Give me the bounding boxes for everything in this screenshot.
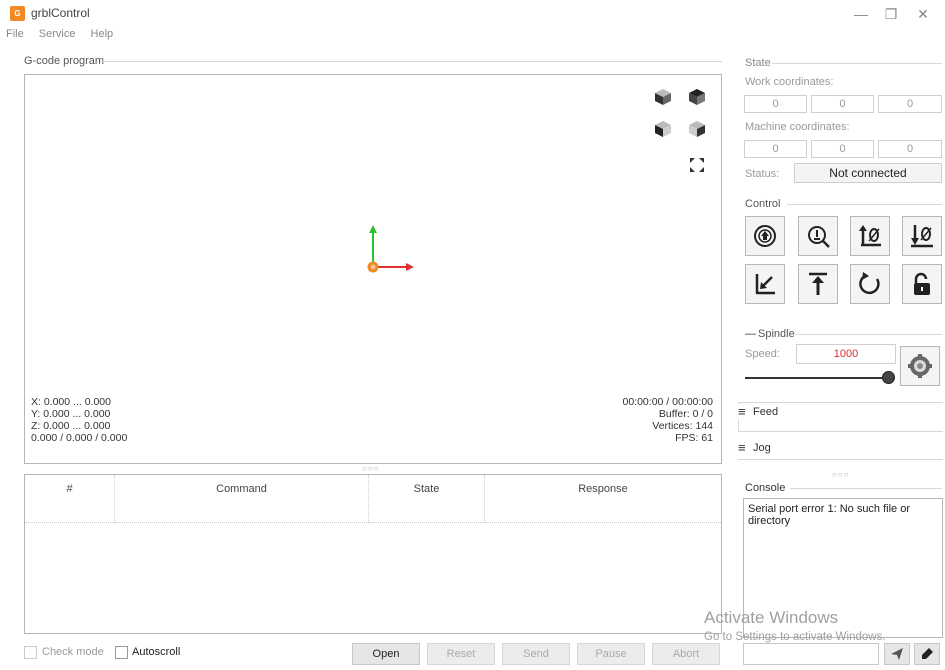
gcode-group-title: G-code program bbox=[24, 55, 105, 67]
send-button[interactable]: Send bbox=[502, 643, 570, 665]
fit-view-icon[interactable] bbox=[685, 153, 709, 177]
maximize-button[interactable]: ❐ bbox=[876, 4, 906, 24]
coord-x: X: 0.000 ... 0.000 bbox=[31, 396, 111, 408]
spindle-icon bbox=[908, 354, 932, 378]
zero-xy-icon bbox=[859, 225, 881, 247]
reset-button[interactable]: Reset bbox=[427, 643, 495, 665]
minimize-button[interactable]: — bbox=[846, 4, 876, 24]
control-group-title: Control bbox=[745, 198, 781, 210]
zero-z-button[interactable] bbox=[902, 216, 942, 256]
clear-icon bbox=[922, 648, 933, 659]
buffer-status: Buffer: 0 / 0 bbox=[658, 408, 713, 420]
window-title: grblControl bbox=[31, 6, 90, 20]
coord-current: 0.000 / 0.000 / 0.000 bbox=[31, 432, 128, 444]
vertices-count: Vertices: 144 bbox=[652, 420, 713, 432]
console-message: Serial port error 1: No such file or dir… bbox=[748, 503, 911, 527]
close-button[interactable]: ✕ bbox=[908, 4, 938, 24]
top-view-icon[interactable] bbox=[685, 85, 709, 109]
console-command-input[interactable] bbox=[743, 643, 879, 665]
spindle-title[interactable]: Spindle bbox=[758, 328, 795, 340]
group-divider bbox=[100, 61, 722, 62]
zero-z-icon bbox=[911, 225, 933, 248]
title-bar: G grblControl — ❐ ✕ bbox=[0, 0, 945, 28]
state-group-title: State bbox=[745, 57, 771, 69]
spindle-toggle-button[interactable] bbox=[900, 346, 940, 386]
home-icon bbox=[754, 225, 776, 247]
work-y-field: 0 bbox=[811, 95, 874, 113]
machine-x-field: 0 bbox=[744, 140, 807, 158]
check-mode-label: Check mode bbox=[42, 646, 104, 658]
command-table[interactable]: # Command State Response bbox=[24, 474, 722, 634]
coord-y: Y: 0.000 ... 0.000 bbox=[31, 408, 111, 420]
speed-label: Speed: bbox=[745, 348, 780, 360]
unlock-button[interactable] bbox=[902, 264, 942, 304]
console-send-button[interactable] bbox=[884, 643, 910, 665]
column-header-number[interactable]: # bbox=[25, 475, 115, 523]
machine-coordinates-label: Machine coordinates: bbox=[745, 121, 850, 133]
elapsed-time: 00:00:00 / 00:00:00 bbox=[622, 396, 714, 408]
fps-counter: FPS: 61 bbox=[675, 432, 713, 444]
reset-machine-button[interactable] bbox=[850, 264, 890, 304]
safe-position-icon bbox=[809, 272, 827, 295]
column-header-state[interactable]: State bbox=[369, 475, 485, 523]
group-divider bbox=[772, 63, 942, 64]
menu-help[interactable]: Help bbox=[91, 28, 114, 40]
console-group-title: Console bbox=[745, 482, 786, 494]
axis-indicator-icon bbox=[367, 225, 414, 273]
gcode-viewer[interactable]: X: 0.000 ... 0.000 Y: 0.000 ... 0.000 Z:… bbox=[24, 74, 722, 464]
slider-knob[interactable] bbox=[882, 371, 895, 384]
zero-probe-icon bbox=[808, 226, 830, 248]
front-view-icon[interactable] bbox=[651, 117, 675, 141]
home-button[interactable] bbox=[745, 216, 785, 256]
zero-probe-button[interactable] bbox=[798, 216, 838, 256]
work-x-field: 0 bbox=[744, 95, 807, 113]
column-header-response[interactable]: Response bbox=[485, 475, 721, 523]
unlock-icon bbox=[914, 272, 930, 295]
slider-fill bbox=[745, 377, 889, 379]
menu-service[interactable]: Service bbox=[39, 28, 76, 40]
pause-button[interactable]: Pause bbox=[577, 643, 645, 665]
feed-expand-icon[interactable]: ≡ bbox=[738, 404, 748, 419]
feed-title[interactable]: Feed bbox=[753, 406, 782, 418]
send-icon bbox=[891, 648, 903, 660]
activation-watermark-subtitle: Go to Settings to activate Windows. bbox=[704, 631, 886, 643]
speed-value[interactable]: 1000 bbox=[796, 344, 896, 364]
work-z-field: 0 bbox=[878, 95, 942, 113]
left-view-icon[interactable] bbox=[685, 117, 709, 141]
coord-z: Z: 0.000 ... 0.000 bbox=[31, 420, 111, 432]
spindle-collapse-icon[interactable]: — bbox=[745, 328, 756, 340]
status-label: Status: bbox=[745, 168, 780, 180]
group-divider bbox=[787, 204, 942, 205]
splitter-handle[interactable]: ○○○ bbox=[832, 470, 850, 479]
restore-origin-icon bbox=[755, 274, 775, 295]
machine-z-field: 0 bbox=[878, 140, 942, 158]
work-coordinates-label: Work coordinates: bbox=[745, 76, 834, 88]
restore-origin-button[interactable] bbox=[745, 264, 785, 304]
abort-button[interactable]: Abort bbox=[652, 643, 720, 665]
app-logo-icon: G bbox=[10, 6, 25, 21]
status-value: Not connected bbox=[794, 163, 942, 183]
open-button[interactable]: Open bbox=[352, 643, 420, 665]
zero-xy-button[interactable] bbox=[850, 216, 890, 256]
group-divider bbox=[738, 459, 943, 460]
isometric-view-icon[interactable] bbox=[651, 85, 675, 109]
reset-icon bbox=[859, 272, 880, 295]
menu-bar: File Service Help bbox=[6, 28, 125, 44]
jog-title[interactable]: Jog bbox=[753, 442, 771, 454]
spindle-speed-slider[interactable] bbox=[745, 371, 895, 385]
group-divider bbox=[790, 488, 942, 489]
activation-watermark-title: Activate Windows bbox=[704, 608, 839, 627]
column-header-command[interactable]: Command bbox=[115, 475, 369, 523]
group-divider bbox=[795, 334, 942, 335]
console-clear-button[interactable] bbox=[914, 643, 940, 665]
autoscroll-checkbox[interactable] bbox=[115, 646, 128, 659]
jog-expand-icon[interactable]: ≡ bbox=[738, 440, 746, 455]
autoscroll-label: Autoscroll bbox=[132, 646, 181, 658]
splitter-handle[interactable]: ○○○ bbox=[362, 464, 380, 473]
check-mode-checkbox[interactable] bbox=[24, 646, 37, 659]
machine-y-field: 0 bbox=[811, 140, 874, 158]
menu-file[interactable]: File bbox=[6, 28, 24, 40]
safe-position-button[interactable] bbox=[798, 264, 838, 304]
